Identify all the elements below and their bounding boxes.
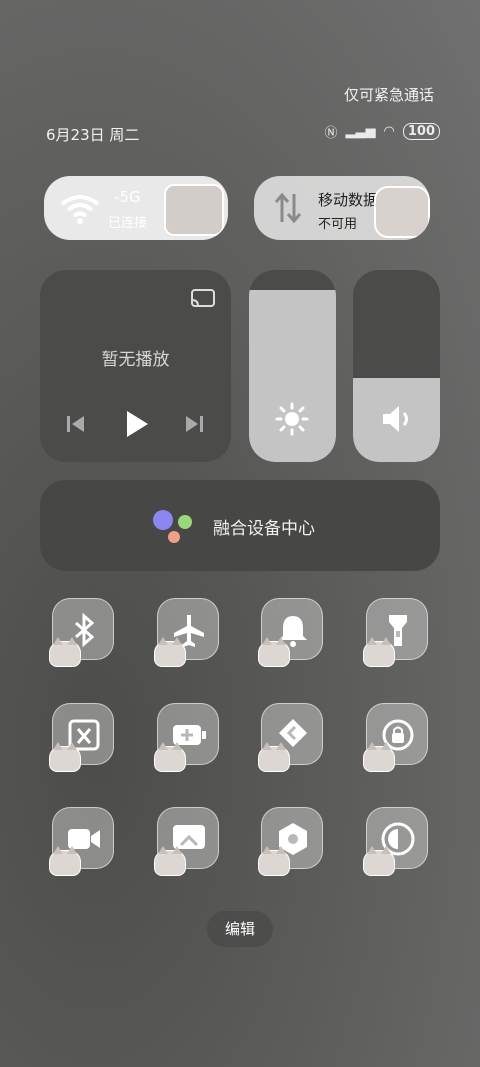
wifi-icon [60, 195, 100, 224]
cat-sticker-image [258, 637, 290, 667]
settings-toggle[interactable] [258, 807, 323, 876]
mobile-data-tile[interactable]: 移动数据 不可用 [254, 176, 430, 240]
share-toggle[interactable] [258, 703, 323, 772]
cat-sticker-image [374, 186, 430, 238]
cat-sticker-image [363, 742, 395, 772]
cat-sticker-image [154, 742, 186, 772]
cat-sticker-image [164, 184, 224, 236]
wifi-status-icon: ◠ [383, 124, 395, 139]
volume-slider[interactable] [353, 270, 440, 462]
date-text: 6月23日 周二 [46, 126, 140, 144]
emergency-call-status: 仅可紧急通话 [343, 86, 434, 104]
device-hub-label: 融合设备中心 [213, 519, 315, 539]
cat-sticker-image [258, 742, 290, 772]
device-hub-tile[interactable]: 融合设备中心 [40, 480, 440, 571]
media-status-label: 暂无播放 [101, 350, 170, 370]
system-status-icons: Ⓝ ▂▃▅ ◠ 100 [324, 122, 440, 141]
next-track-icon[interactable] [184, 414, 204, 434]
hub-logo-dot-green [178, 515, 192, 529]
screenshot-toggle[interactable] [49, 703, 114, 772]
wifi-tile[interactable]: -5G 已连接 [44, 176, 228, 240]
hub-logo-dot-orange [168, 531, 180, 543]
battery-saver-toggle[interactable] [154, 703, 219, 772]
brightness-slider[interactable] [249, 270, 336, 462]
cat-sticker-image [49, 637, 81, 667]
battery-icon: 100 [402, 123, 440, 140]
edit-button[interactable]: 编辑 [207, 911, 273, 947]
cat-sticker-image [154, 637, 186, 667]
cast-icon[interactable] [190, 288, 216, 310]
media-player-tile[interactable]: 暂无播放 [40, 270, 231, 462]
screen-cast-toggle[interactable] [154, 807, 219, 876]
nfc-icon: Ⓝ [324, 126, 338, 141]
bluetooth-toggle[interactable] [49, 598, 114, 667]
signal-icon: ▂▃▅ [345, 124, 376, 139]
cat-sticker-image [49, 742, 81, 772]
previous-track-icon[interactable] [66, 414, 86, 434]
wifi-tile-title: -5G [114, 188, 141, 206]
rotation-lock-toggle[interactable] [363, 703, 428, 772]
cat-sticker-image [154, 846, 186, 876]
airplane-mode-toggle[interactable] [154, 598, 219, 667]
brightness-icon [275, 402, 309, 436]
cat-sticker-image [363, 846, 395, 876]
cat-sticker-image [258, 846, 290, 876]
screen-record-toggle[interactable] [49, 807, 114, 876]
wifi-tile-subtitle: 已连接 [108, 216, 148, 231]
volume-icon [383, 406, 408, 432]
hub-logo-icon [153, 510, 173, 530]
mobile-data-title: 移动数据 [318, 191, 379, 209]
flashlight-toggle[interactable] [363, 598, 428, 667]
play-icon[interactable] [124, 409, 150, 439]
cat-sticker-image [49, 846, 81, 876]
sound-mode-toggle[interactable] [258, 598, 323, 667]
data-arrows-icon [274, 192, 302, 224]
eye-comfort-toggle[interactable] [363, 807, 428, 876]
brightness-fill [249, 290, 336, 462]
cat-sticker-image [363, 637, 395, 667]
mobile-data-subtitle: 不可用 [318, 217, 358, 232]
